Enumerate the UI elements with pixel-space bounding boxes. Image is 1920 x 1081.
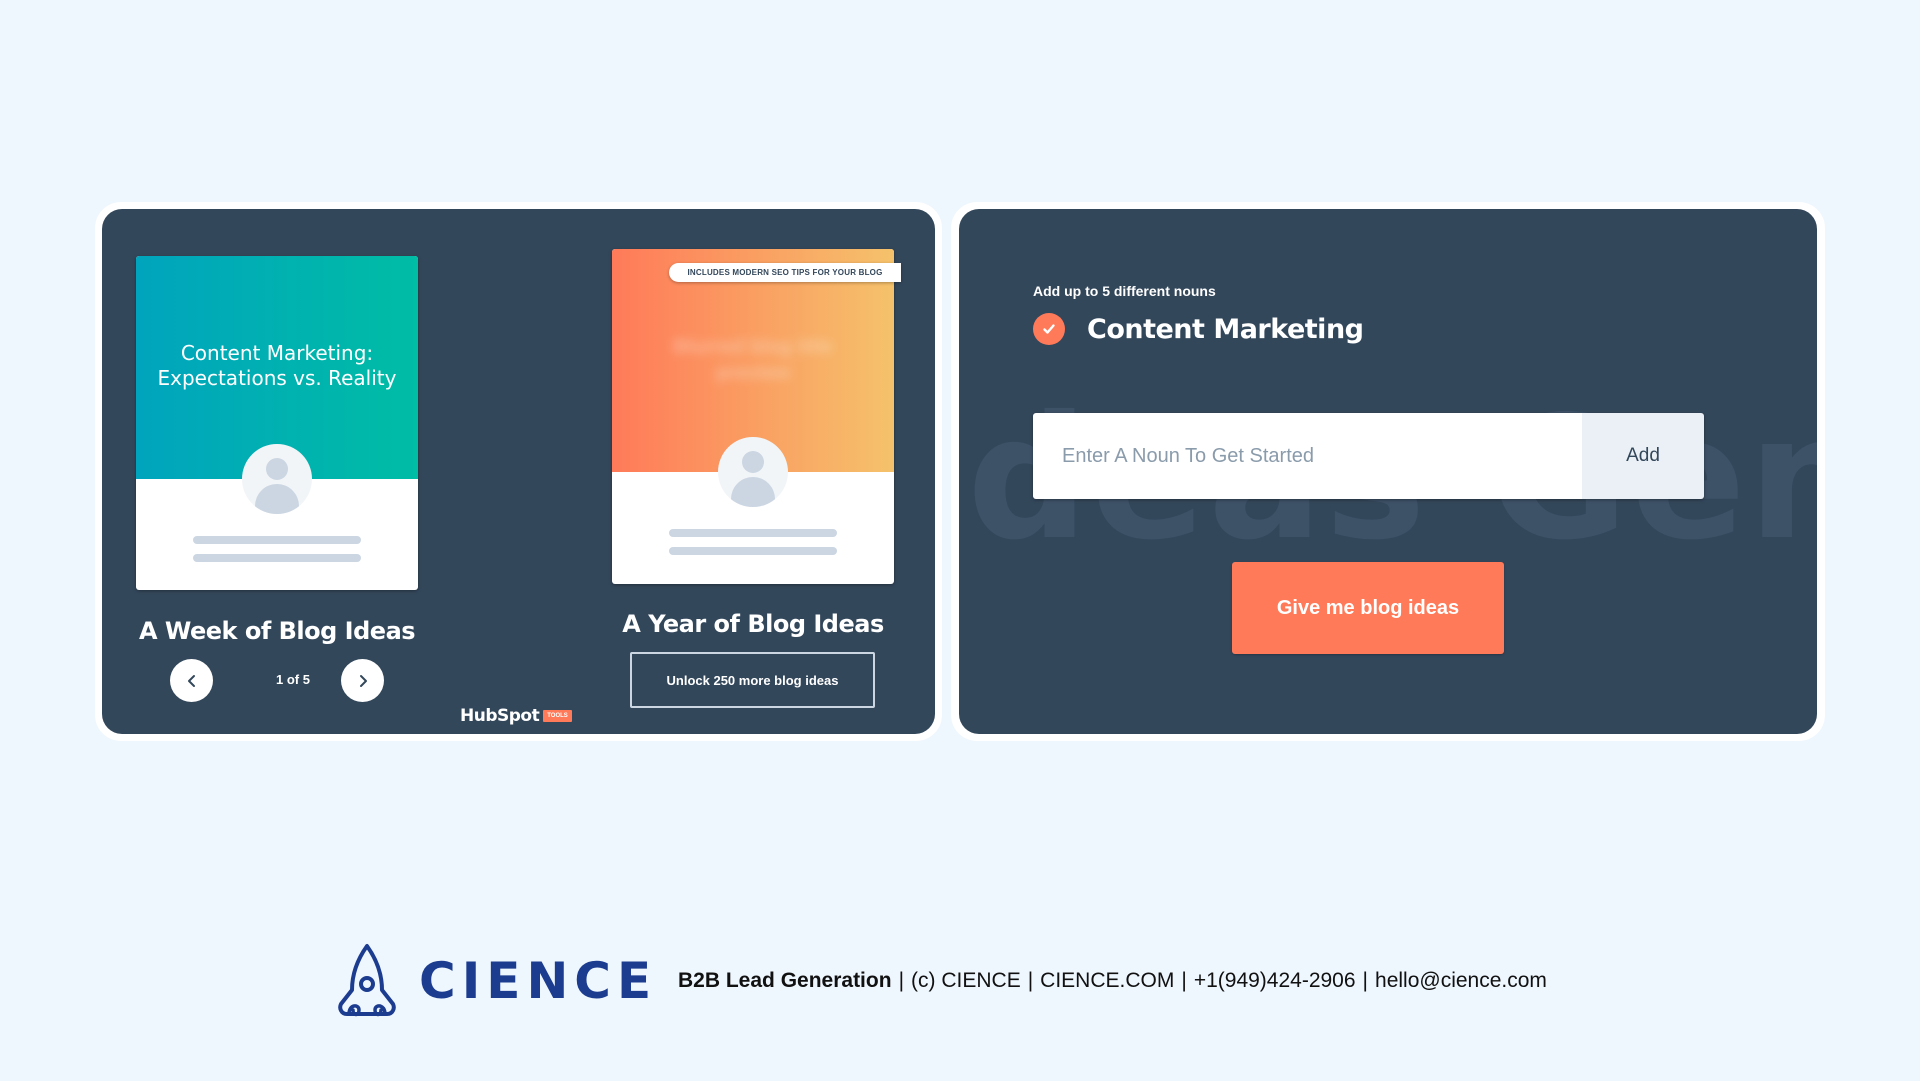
footer-email[interactable]: hello@cience.com — [1375, 969, 1547, 992]
idea-generator-panel: deas Gene Add up to 5 different nouns Co… — [959, 209, 1817, 734]
chevron-right-icon — [359, 674, 367, 687]
card-hero-title: Content Marketing: Expectations vs. Real… — [136, 341, 418, 391]
separator: | — [1362, 969, 1369, 992]
text-placeholder-line — [193, 536, 361, 544]
nouns-hint: Add up to 5 different nouns — [1033, 283, 1216, 299]
separator: | — [898, 969, 905, 992]
avatar-placeholder-icon — [718, 437, 788, 507]
pager-indicator: 1 of 5 — [276, 672, 310, 687]
cience-wordmark: CIENCE — [419, 952, 658, 1010]
week-offer-card[interactable]: Content Marketing: Expectations vs. Real… — [136, 256, 418, 590]
cience-logo: CIENCE — [333, 942, 657, 1020]
unlock-more-ideas-button[interactable]: Unlock 250 more blog ideas — [630, 652, 875, 708]
separator: | — [1027, 969, 1034, 992]
separator: | — [1181, 969, 1187, 992]
previous-button[interactable] — [170, 659, 213, 702]
text-placeholder-line — [669, 547, 837, 555]
footer-copyright: (c) CIENCE — [911, 969, 1021, 992]
blog-offers-panel: Content Marketing: Expectations vs. Real… — [102, 209, 935, 734]
text-placeholder-line — [193, 554, 361, 562]
tools-tag: TOOLS — [543, 710, 572, 722]
year-offer-card[interactable]: Blurred blog title preview — [612, 249, 894, 584]
selected-noun[interactable]: Content Marketing — [1033, 313, 1364, 345]
rocket-icon — [338, 944, 396, 1017]
hero-title-line-1: Content Marketing: — [180, 341, 374, 365]
hero-title-line-2: Expectations vs. Reality — [157, 366, 397, 390]
check-circle-icon — [1033, 313, 1065, 345]
blurred-title: Blurred blog title preview — [673, 336, 833, 384]
footer-contact: B2B Lead Generation | (c) CIENCE | CIENCE.CO… — [678, 969, 1547, 993]
text-placeholder-line — [669, 529, 837, 537]
footer-website[interactable]: CIENCE.COM — [1040, 969, 1174, 992]
avatar-placeholder-icon — [242, 444, 312, 514]
chevron-left-icon — [187, 674, 195, 687]
week-offer-title: A Week of Blog Ideas — [138, 617, 416, 645]
seo-tips-badge: INCLUDES MODERN SEO TIPS FOR YOUR BLOG — [669, 263, 901, 282]
give-blog-ideas-button[interactable]: Give me blog ideas — [1232, 562, 1504, 654]
footer-phone[interactable]: +1(949)424-2906 — [1194, 969, 1356, 992]
year-offer-title: A Year of Blog Ideas — [622, 610, 884, 638]
next-button[interactable] — [341, 659, 384, 702]
noun-input[interactable] — [1033, 413, 1582, 499]
noun-form: Add — [1033, 413, 1704, 499]
hubspot-tools-logo: HubSpot TOOLS — [460, 706, 572, 726]
hubspot-wordmark: HubSpot — [460, 706, 540, 726]
selected-noun-label: Content Marketing — [1087, 313, 1364, 345]
footer-tagline: B2B Lead Generation — [678, 969, 892, 992]
add-noun-button[interactable]: Add — [1582, 413, 1704, 499]
